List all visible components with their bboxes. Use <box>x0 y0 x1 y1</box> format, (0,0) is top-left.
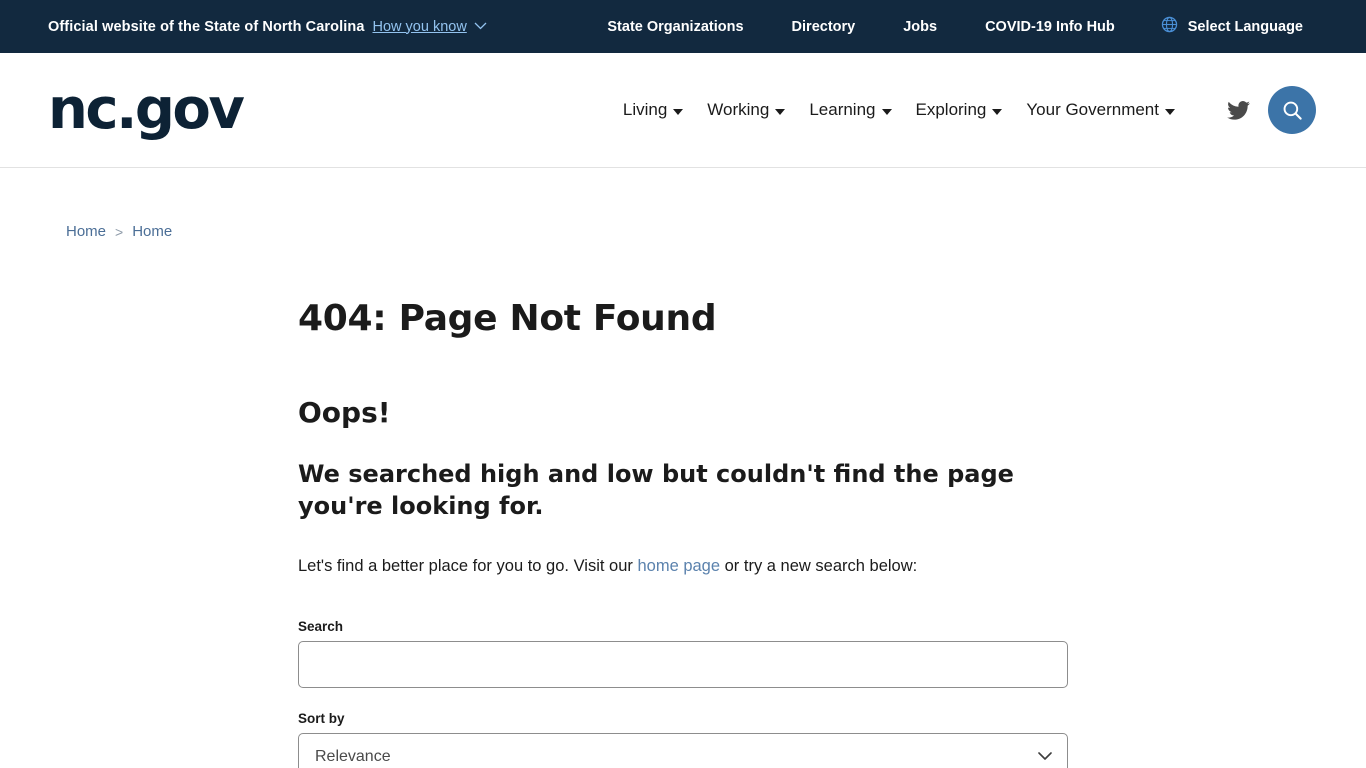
caret-down-icon <box>1165 108 1175 115</box>
helper-text-after: or try a new search below: <box>720 557 918 576</box>
sort-by-selected-value: Relevance <box>315 747 391 765</box>
official-notice: Official website of the State of North C… <box>48 19 487 35</box>
nav-item-exploring[interactable]: Exploring <box>904 100 1015 120</box>
utility-link-directory[interactable]: Directory <box>768 19 880 35</box>
main-content: 404: Page Not Found Oops! We searched hi… <box>0 240 1080 768</box>
helper-paragraph: Let's find a better place for you to go.… <box>298 554 1080 579</box>
twitter-icon[interactable] <box>1227 100 1250 120</box>
nav-item-working[interactable]: Working <box>695 100 797 120</box>
site-header: nc.gov Living Working Learning Exploring… <box>0 53 1366 168</box>
search-input[interactable] <box>298 641 1068 689</box>
how-you-know-label: How you know <box>372 18 467 35</box>
nav-item-living[interactable]: Living <box>611 100 695 120</box>
search-toggle-button[interactable] <box>1268 86 1316 134</box>
official-notice-text: Official website of the State of North C… <box>48 18 365 35</box>
page-title: 404: Page Not Found <box>298 298 717 339</box>
how-you-know-link[interactable]: How you know <box>373 19 487 35</box>
caret-down-icon <box>881 108 892 115</box>
globe-icon <box>1161 16 1178 37</box>
oops-heading: Oops! <box>298 396 391 430</box>
chevron-down-icon <box>474 18 487 34</box>
caret-down-icon <box>992 108 1003 115</box>
utility-link-jobs[interactable]: Jobs <box>879 19 961 35</box>
select-language-button[interactable]: Select Language <box>1139 16 1303 37</box>
search-field-label: Search <box>298 619 344 635</box>
select-language-label: Select Language <box>1187 18 1303 35</box>
nav-item-your-government-label: Your Government <box>1026 100 1159 119</box>
nav-item-your-government[interactable]: Your Government <box>1014 100 1187 120</box>
caret-down-icon <box>673 108 684 115</box>
site-logo[interactable]: nc.gov <box>48 82 245 138</box>
nav-item-exploring-label: Exploring <box>915 100 987 119</box>
home-page-link[interactable]: home page <box>637 557 720 575</box>
breadcrumb-separator: > <box>115 223 124 240</box>
utility-link-covid-19-info-hub[interactable]: COVID-19 Info Hub <box>961 19 1139 35</box>
breadcrumb-item-home[interactable]: Home <box>66 223 106 240</box>
sort-by-label: Sort by <box>298 711 345 727</box>
utility-bar: Official website of the State of North C… <box>0 0 1366 53</box>
primary-navigation: Living Working Learning Exploring Your G… <box>611 86 1316 134</box>
helper-text-before: Let's find a better place for you to go.… <box>298 557 638 576</box>
nav-item-learning[interactable]: Learning <box>797 100 903 120</box>
utility-link-state-organizations[interactable]: State Organizations <box>583 19 767 35</box>
caret-down-icon <box>775 108 786 115</box>
search-form: Search Sort by Relevance <box>298 619 1080 768</box>
sort-by-select[interactable]: Relevance <box>298 733 1068 768</box>
nav-item-living-label: Living <box>622 100 668 119</box>
not-found-subheading: We searched high and low but couldn't fi… <box>298 459 1014 520</box>
utility-links: State Organizations Directory Jobs COVID… <box>583 16 1303 37</box>
breadcrumb-item-current: Home <box>132 223 173 240</box>
breadcrumb: Home > Home <box>0 168 1366 240</box>
sort-by-select-wrapper: Relevance <box>298 733 1068 768</box>
nav-item-learning-label: Learning <box>809 100 876 119</box>
sort-by-field: Sort by Relevance <box>298 711 1080 768</box>
nav-item-working-label: Working <box>707 100 770 119</box>
